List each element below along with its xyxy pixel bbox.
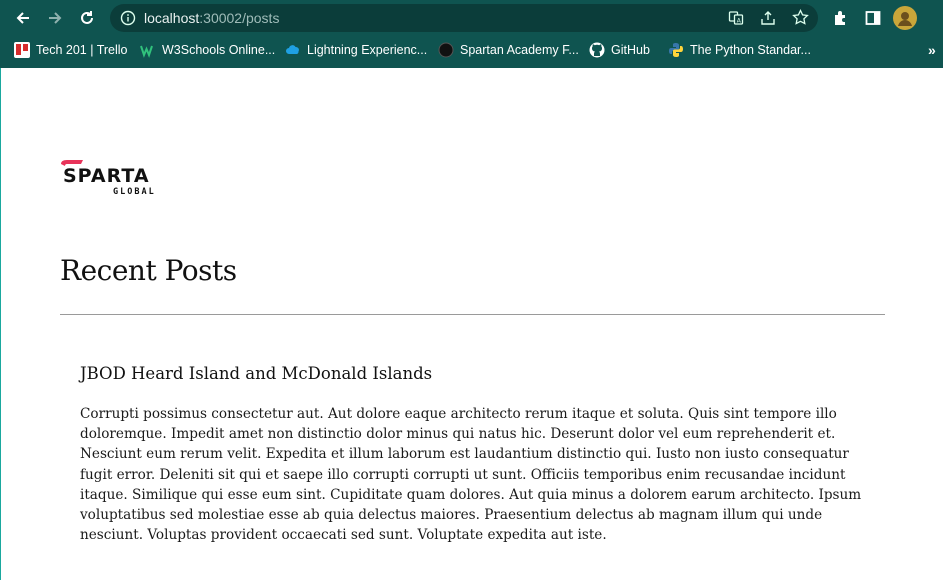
trello-icon [14, 42, 30, 58]
browser-toolbar: localhost:30002/posts A [0, 0, 943, 36]
browser-chrome: localhost:30002/posts A Tech 201 | Trell… [0, 0, 943, 68]
w3schools-icon [140, 42, 156, 58]
page-content: SPARTA GLOBAL Recent Posts JBOD Heard Is… [0, 68, 943, 580]
back-icon[interactable] [12, 7, 34, 29]
reload-icon[interactable] [76, 7, 98, 29]
github-icon [589, 42, 605, 58]
url-text: localhost:30002/posts [144, 10, 279, 26]
profile-avatar-icon[interactable] [893, 6, 917, 30]
python-icon [668, 42, 684, 58]
post-title[interactable]: JBOD Heard Island and McDonald Islands [80, 364, 432, 383]
bookmark-w3schools[interactable]: W3Schools Online... [140, 40, 275, 60]
bookmark-python[interactable]: The Python Standar... [668, 40, 811, 60]
share-icon[interactable] [760, 10, 776, 31]
forward-icon[interactable] [44, 7, 66, 29]
page-title: Recent Posts [60, 254, 237, 287]
url-path: :30002/posts [199, 10, 280, 26]
salesforce-cloud-icon [285, 42, 301, 58]
bookmark-label: W3Schools Online... [162, 43, 276, 57]
bookmark-github[interactable]: GitHub [589, 40, 650, 60]
sidepanel-icon[interactable] [862, 7, 884, 29]
bookmark-trello[interactable]: Tech 201 | Trello [14, 40, 128, 60]
post-body: Corrupti possimus consectetur aut. Aut d… [80, 406, 862, 544]
bookmark-label: The Python Standar... [690, 43, 811, 57]
bookmark-label: Lightning Experienc... [307, 43, 428, 57]
bookmark-spartan-academy[interactable]: Spartan Academy F... [438, 40, 579, 60]
extensions-icon[interactable] [830, 7, 852, 29]
bookmark-label: Spartan Academy F... [460, 43, 579, 57]
bookmark-label: Tech 201 | Trello [36, 43, 128, 57]
site-info-icon[interactable] [120, 10, 136, 31]
logo-wordmark: SPARTA [63, 165, 150, 187]
url-host: localhost [144, 10, 200, 26]
bookmark-label: GitHub [611, 43, 650, 57]
translate-icon[interactable]: A [728, 10, 744, 31]
bookmarks-overflow-button[interactable]: » [928, 40, 936, 60]
sparta-global-logo: SPARTA GLOBAL [59, 158, 169, 198]
star-icon[interactable] [792, 8, 809, 31]
bookmarks-bar: Tech 201 | Trello W3Schools Online... Li… [0, 36, 943, 64]
logo-subtitle: GLOBAL [113, 187, 156, 197]
title-divider [60, 314, 885, 315]
bookmark-lightning[interactable]: Lightning Experienc... [285, 40, 427, 60]
spartan-academy-icon [438, 42, 454, 58]
address-bar[interactable]: localhost:30002/posts A [110, 4, 818, 32]
